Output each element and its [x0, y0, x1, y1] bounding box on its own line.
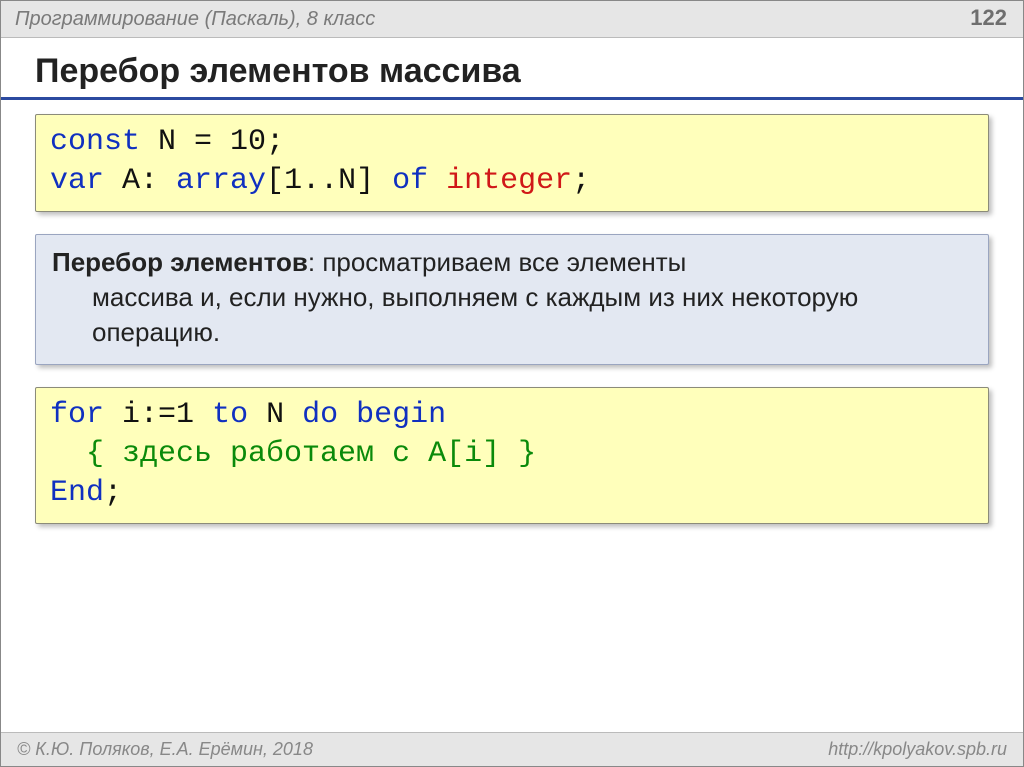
code-text: 1 — [284, 164, 302, 198]
code-text: 1 — [176, 398, 194, 432]
code-text: [ — [266, 164, 284, 198]
code-block-declaration: const N = 10; var A: array[1..N] of inte… — [35, 114, 989, 212]
code-text — [428, 164, 446, 198]
code-text: ; — [572, 164, 590, 198]
footer-copyright: © К.Ю. Поляков, Е.А. Ерёмин, 2018 — [17, 739, 313, 760]
code-text: i:= — [104, 398, 176, 432]
definition-box: Перебор элементов: просматриваем все эле… — [35, 234, 989, 365]
slide-title: Перебор элементов массива — [1, 38, 1023, 100]
definition-text-line2: массива и, если нужно, выполняем с кажды… — [52, 280, 972, 350]
code-text — [338, 398, 356, 432]
page-number: 122 — [970, 5, 1007, 31]
keyword-end: End — [50, 476, 104, 510]
header-title: Программирование (Паскаль), 8 класс — [15, 8, 375, 31]
code-text — [194, 398, 212, 432]
definition-text-line1: просматриваем все элементы — [322, 247, 686, 277]
code-comment: { здесь работаем с A[i] } — [86, 437, 536, 471]
definition-term: Перебор элементов — [52, 247, 308, 277]
keyword-to: to — [212, 398, 248, 432]
code-text: N — [140, 125, 194, 159]
keyword-for: for — [50, 398, 104, 432]
keyword-const: const — [50, 125, 140, 159]
keyword-of: of — [392, 164, 428, 198]
keyword-var: var — [50, 164, 104, 198]
footer-url: http://kpolyakov.spb.ru — [828, 739, 1007, 760]
code-text: ; — [266, 125, 284, 159]
keyword-do: do — [302, 398, 338, 432]
code-text: ..N] — [302, 164, 392, 198]
keyword-array: array — [176, 164, 266, 198]
code-text: 10 — [212, 125, 266, 159]
code-text: N — [248, 398, 302, 432]
code-text: = — [194, 125, 212, 159]
slide-footer: © К.Ю. Поляков, Е.А. Ерёмин, 2018 http:/… — [1, 732, 1023, 766]
keyword-begin: begin — [356, 398, 446, 432]
code-text: A: — [104, 164, 176, 198]
slide-header: Программирование (Паскаль), 8 класс 122 — [1, 1, 1023, 38]
code-text: ; — [104, 476, 122, 510]
type-integer: integer — [446, 164, 572, 198]
code-block-loop: for i:=1 to N do begin { здесь работаем … — [35, 387, 989, 524]
definition-colon: : — [308, 247, 322, 277]
indent — [50, 437, 86, 471]
slide-content: const N = 10; var A: array[1..N] of inte… — [1, 114, 1023, 524]
